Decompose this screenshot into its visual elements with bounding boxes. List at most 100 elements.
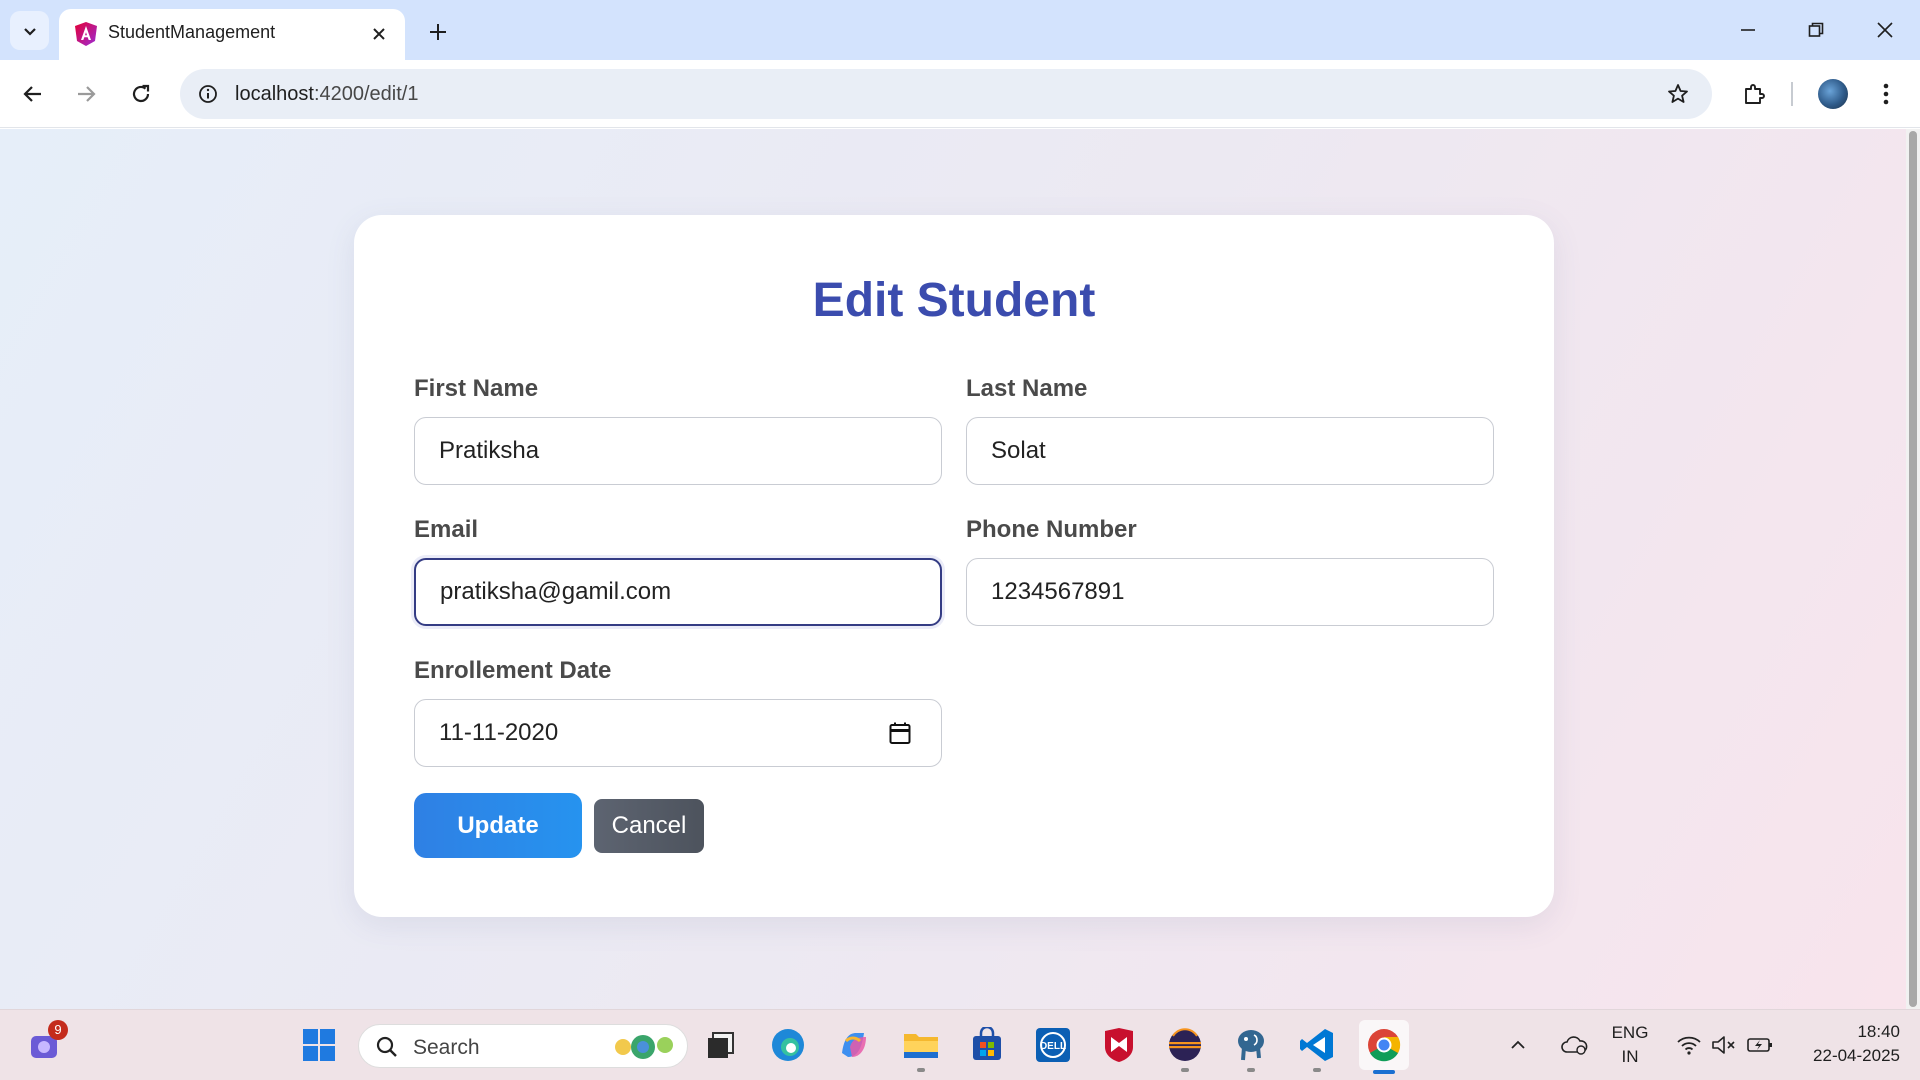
clock[interactable]: 18:40 22-04-2025 — [1790, 1022, 1900, 1070]
phone-number-field[interactable] — [966, 558, 1494, 626]
eclipse-icon — [1169, 1028, 1201, 1061]
browser-tabstrip: StudentManagement — [0, 0, 1920, 60]
running-indicator — [917, 1068, 925, 1072]
task-view-icon — [708, 1032, 734, 1058]
onedrive-button[interactable] — [1558, 1022, 1590, 1068]
running-indicator — [1247, 1068, 1255, 1072]
page-scrollbar[interactable] — [1906, 129, 1920, 1009]
info-icon — [199, 85, 217, 103]
postgresql-icon — [1238, 1030, 1264, 1061]
postgresql-button[interactable] — [1228, 1022, 1274, 1072]
update-button[interactable]: Update — [414, 793, 582, 858]
task-view-button[interactable] — [698, 1022, 744, 1068]
phone-number-label: Phone Number — [966, 516, 1137, 543]
enrollment-date-field[interactable] — [414, 699, 942, 767]
clock-time: 18:40 — [1857, 1022, 1900, 1041]
battery-button[interactable] — [1744, 1022, 1776, 1068]
restore-icon — [1808, 22, 1824, 37]
bookmark-button[interactable] — [1662, 78, 1694, 110]
minimize-button[interactable] — [1720, 8, 1776, 52]
url-text: localhost:4200/edit/1 — [235, 83, 418, 106]
plus-icon — [430, 24, 446, 40]
region-code: IN — [1621, 1047, 1639, 1066]
angular-icon — [75, 22, 97, 46]
menu-button[interactable] — [1866, 74, 1906, 114]
restore-button[interactable] — [1788, 8, 1844, 52]
windows-taskbar: 9 Search DELL ENG IN 18:40 22-04-2025 — [0, 1009, 1920, 1080]
store-button[interactable] — [964, 1022, 1010, 1068]
wifi-icon — [1677, 1036, 1701, 1055]
site-info-button[interactable] — [192, 78, 224, 110]
chevron-down-icon — [23, 27, 36, 36]
new-tab-button[interactable] — [420, 14, 456, 50]
copilot-button[interactable] — [831, 1022, 877, 1068]
address-bar[interactable]: localhost:4200/edit/1 — [180, 69, 1712, 119]
volume-muted-icon — [1712, 1036, 1735, 1054]
browser-toolbar: localhost:4200/edit/1 — [0, 60, 1920, 128]
first-name-field[interactable] — [414, 417, 942, 485]
dell-button[interactable]: DELL — [1030, 1022, 1076, 1068]
browser-tab[interactable]: StudentManagement — [59, 9, 405, 60]
volume-button[interactable] — [1708, 1022, 1740, 1068]
last-name-label: Last Name — [966, 375, 1088, 402]
search-icon — [376, 1036, 397, 1057]
copilot-icon — [842, 1033, 866, 1057]
reload-icon — [132, 84, 150, 103]
start-button[interactable] — [296, 1022, 342, 1068]
mcafee-icon — [1105, 1028, 1133, 1062]
taskbar-search[interactable]: Search — [358, 1024, 688, 1068]
edge-button[interactable] — [765, 1022, 811, 1068]
page-viewport: Edit Student First Name Last Name Email … — [0, 129, 1920, 1009]
arrow-right-icon — [78, 86, 96, 102]
puzzle-icon — [1745, 84, 1765, 104]
close-icon — [373, 28, 385, 40]
toolbar-separator — [1791, 82, 1793, 106]
reload-button[interactable] — [121, 74, 161, 114]
vscode-button[interactable] — [1294, 1022, 1340, 1072]
scrollbar-thumb[interactable] — [1909, 131, 1917, 1007]
close-window-button[interactable] — [1857, 8, 1913, 52]
more-vertical-icon — [1883, 83, 1889, 105]
url-host: localhost — [235, 83, 314, 105]
tab-search-button[interactable] — [10, 11, 49, 50]
arrow-left-icon — [23, 86, 41, 102]
running-indicator — [1313, 1068, 1321, 1072]
notification-badge: 9 — [48, 1020, 68, 1040]
dell-icon: DELL — [1036, 1028, 1070, 1062]
back-button[interactable] — [13, 74, 53, 114]
email-field[interactable] — [414, 558, 942, 626]
mcafee-button[interactable] — [1096, 1022, 1142, 1068]
email-label: Email — [414, 516, 479, 543]
eclipse-button[interactable] — [1162, 1022, 1208, 1072]
file-explorer-icon — [904, 1034, 938, 1058]
cloud-sync-icon — [1561, 1036, 1588, 1055]
profile-avatar[interactable] — [1818, 79, 1848, 109]
enrollment-date-label: Enrollement Date — [414, 657, 612, 684]
language-indicator[interactable]: ENG IN — [1605, 1023, 1655, 1069]
language-code: ENG — [1611, 1023, 1649, 1042]
last-name-field[interactable] — [966, 417, 1494, 485]
edit-student-card: Edit Student First Name Last Name Email … — [354, 215, 1554, 917]
search-placeholder: Search — [413, 1036, 480, 1059]
show-hidden-icons-button[interactable] — [1504, 1022, 1532, 1068]
chevron-up-icon — [1511, 1040, 1525, 1049]
extensions-button[interactable] — [1734, 74, 1774, 114]
close-icon — [1877, 22, 1893, 38]
tab-close-button[interactable] — [365, 20, 393, 48]
forward-button[interactable] — [66, 74, 106, 114]
cancel-button[interactable]: Cancel — [594, 799, 704, 853]
network-button[interactable] — [1673, 1022, 1705, 1068]
page-title: Edit Student — [812, 274, 1096, 327]
store-icon — [973, 1027, 1001, 1060]
battery-charging-icon — [1747, 1038, 1772, 1052]
clock-date: 22-04-2025 — [1813, 1046, 1900, 1065]
url-path: :4200/edit/1 — [313, 83, 419, 105]
file-explorer-button[interactable] — [898, 1022, 944, 1072]
calendar-picker-button[interactable] — [886, 719, 914, 747]
edge-icon — [772, 1029, 804, 1061]
calendar-icon — [889, 722, 911, 744]
minimize-icon — [1741, 29, 1755, 31]
running-indicator — [1373, 1070, 1395, 1074]
chrome-button[interactable] — [1359, 1020, 1409, 1074]
running-indicator — [1181, 1068, 1189, 1072]
